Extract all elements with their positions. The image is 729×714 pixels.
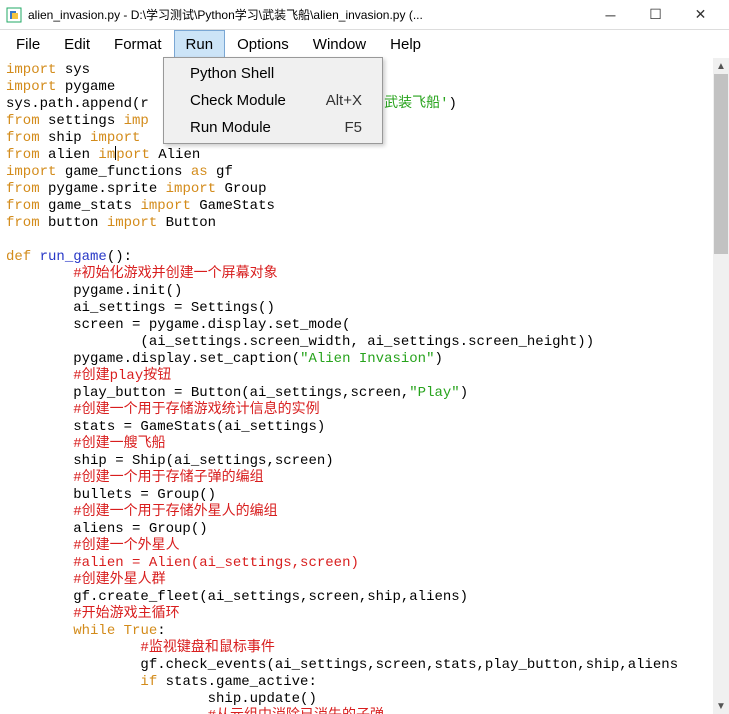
menu-item-shortcut: F5 (344, 119, 362, 136)
code-line: #创建一个用于存储游戏统计信息的实例 (6, 402, 723, 419)
code-line: screen = pygame.display.set_mode( (6, 317, 723, 334)
code-line: ship = Ship(ai_settings,screen) (6, 453, 723, 470)
menu-run[interactable]: Run (174, 30, 226, 58)
menu-window[interactable]: Window (301, 30, 378, 58)
code-line: #创建一个外星人 (6, 538, 723, 555)
menu-edit[interactable]: Edit (52, 30, 102, 58)
minimize-button[interactable]: ─ (588, 1, 633, 29)
close-button[interactable]: ✕ (678, 1, 723, 29)
window-title: alien_invasion.py - D:\学习测试\Python学习\武装飞… (28, 6, 588, 23)
code-line: pygame.display.set_caption("Alien Invasi… (6, 351, 723, 368)
code-line: #从元组中消除已消失的子弹 (6, 708, 723, 714)
code-line: while True: (6, 623, 723, 640)
code-line: play_button = Button(ai_settings,screen,… (6, 385, 723, 402)
run-menu-dropdown: Python Shell Check Module Alt+X Run Module F… (163, 57, 383, 144)
code-line: import game_functions as gf (6, 164, 723, 181)
menu-help[interactable]: Help (378, 30, 433, 58)
menu-item-python-shell[interactable]: Python Shell (166, 60, 380, 87)
menu-item-label: Check Module (190, 92, 286, 109)
code-line: ship.update() (6, 691, 723, 708)
menu-file[interactable]: File (4, 30, 52, 58)
code-line: from game_stats import GameStats (6, 198, 723, 215)
code-line: if stats.game_active: (6, 674, 723, 691)
code-line: def run_game(): (6, 249, 723, 266)
code-line: #alien = Alien(ai_settings,screen) (6, 555, 723, 572)
code-line: pygame.init() (6, 283, 723, 300)
maximize-button[interactable]: ☐ (633, 1, 678, 29)
code-line: #创建外星人群 (6, 572, 723, 589)
code-line: (ai_settings.screen_width, ai_settings.s… (6, 334, 723, 351)
menu-bar: FileEditFormatRunOptionsWindowHelp (0, 30, 729, 58)
code-editor[interactable]: import sysimport pygamesys.path.append(r… (0, 58, 729, 714)
scroll-thumb[interactable] (714, 74, 728, 254)
title-bar: alien_invasion.py - D:\学习测试\Python学习\武装飞… (0, 0, 729, 30)
menu-format[interactable]: Format (102, 30, 174, 58)
code-line (6, 232, 723, 249)
menu-item-run-module[interactable]: Run Module F5 (166, 114, 380, 141)
code-line: #创建play按钮 (6, 368, 723, 385)
menu-item-label: Python Shell (190, 65, 274, 82)
code-line: from button import Button (6, 215, 723, 232)
code-line: gf.create_fleet(ai_settings,screen,ship,… (6, 589, 723, 606)
code-line: #创建一个用于存储子弹的编组 (6, 470, 723, 487)
scroll-down-arrow[interactable]: ▼ (713, 698, 729, 714)
menu-item-check-module[interactable]: Check Module Alt+X (166, 87, 380, 114)
code-line: #初始化游戏并创建一个屏幕对象 (6, 266, 723, 283)
code-line: #创建一个用于存储外星人的编组 (6, 504, 723, 521)
code-line: #监视键盘和鼠标事件 (6, 640, 723, 657)
code-line: gf.check_events(ai_settings,screen,stats… (6, 657, 723, 674)
menu-options[interactable]: Options (225, 30, 301, 58)
code-line: #创建一艘飞船 (6, 436, 723, 453)
menu-item-label: Run Module (190, 119, 271, 136)
code-line: #开始游戏主循环 (6, 606, 723, 623)
menu-item-shortcut: Alt+X (326, 92, 362, 109)
window-controls: ─ ☐ ✕ (588, 1, 723, 29)
code-line: from alien import Alien (6, 147, 723, 164)
code-line: stats = GameStats(ai_settings) (6, 419, 723, 436)
app-icon (6, 7, 22, 23)
vertical-scrollbar[interactable]: ▲ ▼ (713, 58, 729, 714)
scroll-up-arrow[interactable]: ▲ (713, 58, 729, 74)
code-line: bullets = Group() (6, 487, 723, 504)
code-line: aliens = Group() (6, 521, 723, 538)
code-line: from pygame.sprite import Group (6, 181, 723, 198)
code-line: ai_settings = Settings() (6, 300, 723, 317)
text-cursor (115, 146, 116, 160)
